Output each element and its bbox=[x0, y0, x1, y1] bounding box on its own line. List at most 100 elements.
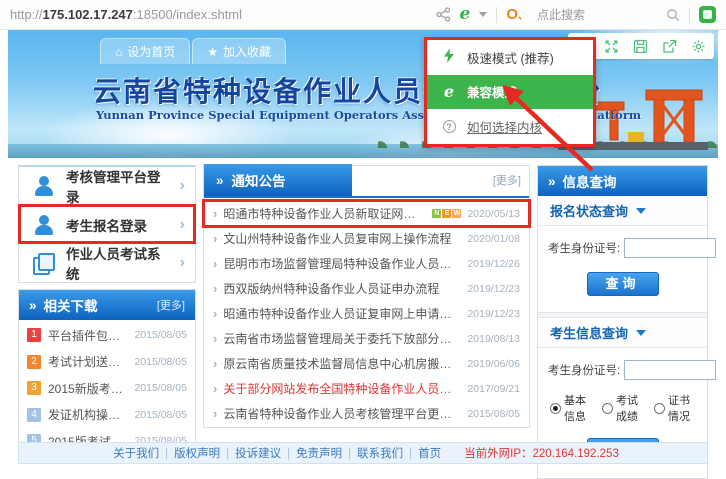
radio-label: 基本信息 bbox=[564, 392, 593, 424]
notice-title: 云南省特种设备作业人员考核管理平台更新至20... bbox=[223, 405, 461, 422]
notice-list-item[interactable]: 文山州特种设备作业人员复审网上操作流程 2020/01/08 bbox=[204, 226, 529, 251]
search-engine-logo[interactable]: O、 bbox=[506, 6, 528, 23]
rank-badge: 2 bbox=[27, 355, 41, 369]
url-display[interactable]: http://175.102.17.247:18500/index.shtml bbox=[10, 7, 242, 22]
radio-option[interactable]: 基本信息 bbox=[550, 392, 593, 424]
guillemet-icon: » bbox=[216, 173, 224, 188]
section-title: 报名状态查询 bbox=[550, 201, 628, 220]
guillemet-icon: » bbox=[548, 174, 556, 189]
guillemet-icon: » bbox=[29, 298, 37, 313]
notice-list-item[interactable]: 昭通市特种设备作业人员新取证网上报名流程 NEW 2020/05/13 bbox=[204, 201, 529, 226]
notice-list-item[interactable]: 关于部分网站发布全国特种设备作业人员不实信息... 2017/09/21 bbox=[204, 376, 529, 401]
radio-option[interactable]: 考试成绩 bbox=[602, 392, 645, 424]
browser-address-bar: http://175.102.17.247:18500/index.shtml … bbox=[0, 0, 726, 30]
notice-list-item[interactable]: 昭通市特种设备作业人员证复审网上申请流程及相... 2019/12/23 bbox=[204, 301, 529, 326]
kernel-mode-dropdown: 极速模式 (推荐) e 兼容模式 ? 如何选择内核 bbox=[424, 37, 596, 147]
downloads-panel-header: » 相关下载 [更多] bbox=[19, 290, 195, 320]
sidebar-item-admin-login[interactable]: 考核管理平台登录 bbox=[19, 167, 195, 205]
add-favorite-tab[interactable]: ★加入收藏 bbox=[192, 38, 286, 64]
fullscreen-icon[interactable] bbox=[604, 39, 619, 54]
footer-link[interactable]: 首页 bbox=[412, 448, 447, 460]
kernel-mode-option[interactable]: ? 如何选择内核 bbox=[427, 109, 593, 144]
notice-list-item[interactable]: 西双版纳州特种设备作业人员证申办流程 2019/12/23 bbox=[204, 276, 529, 301]
kernel-mode-option[interactable]: 极速模式 (推荐) bbox=[427, 40, 593, 75]
candidate-info-section-toggle[interactable]: 考生信息查询 bbox=[538, 318, 707, 348]
download-title: 平台插件包下载 bbox=[48, 327, 127, 344]
kernel-option-icon: e bbox=[441, 82, 457, 101]
id-number-label: 考生身份证号: bbox=[548, 240, 620, 256]
download-list-item[interactable]: 2 考试计划送审、审核 ... 2015/08/05 bbox=[19, 349, 195, 376]
radio-icon[interactable] bbox=[550, 403, 561, 414]
download-date: 2015/08/05 bbox=[134, 356, 187, 368]
radio-label: 考试成绩 bbox=[616, 392, 645, 424]
save-icon[interactable] bbox=[633, 39, 648, 54]
status-id-input[interactable] bbox=[624, 238, 716, 258]
kernel-chevron-down-icon[interactable] bbox=[479, 12, 487, 17]
download-title: 考试计划送审、审核 ... bbox=[48, 353, 127, 370]
status-query-button[interactable]: 查询 bbox=[587, 272, 659, 296]
browser-app-icon[interactable] bbox=[699, 6, 716, 23]
signup-status-form: 考生身份证号: 查询 bbox=[538, 226, 707, 312]
info-id-input[interactable] bbox=[624, 360, 716, 380]
notice-list-item[interactable]: 云南省市场监督管理局关于委托下放部分行政许可... 2019/08/13 bbox=[204, 326, 529, 351]
gear-icon[interactable] bbox=[691, 39, 706, 54]
notices-panel: » 通知公告 [更多] 昭通市特种设备作业人员新取证网上报名流程 NEW 202… bbox=[203, 165, 530, 428]
notice-list-item[interactable]: 云南省特种设备作业人员考核管理平台更新至20... 2015/08/05 bbox=[204, 401, 529, 426]
query-panel: » 信息查询 报名状态查询 考生身份证号: 查询 考生信息查询 考生身份证号: bbox=[537, 165, 708, 479]
footer-link[interactable]: 投诉建议 bbox=[229, 448, 287, 460]
sidebar-item-label: 作业人员考试系统 bbox=[66, 243, 169, 283]
query-panel-header: » 信息查询 bbox=[538, 166, 707, 196]
search-icon[interactable] bbox=[666, 8, 680, 22]
url-path: :18500/index.shtml bbox=[133, 7, 242, 22]
export-icon[interactable] bbox=[662, 39, 677, 54]
notice-title: 文山州特种设备作业人员复审网上操作流程 bbox=[223, 230, 461, 247]
footer-link[interactable]: 联系我们 bbox=[351, 448, 409, 460]
footer-link[interactable]: 免责声明 bbox=[290, 448, 348, 460]
sidebar-item-exam-system[interactable]: 作业人员考试系统 bbox=[19, 243, 195, 281]
radio-icon[interactable] bbox=[654, 403, 665, 414]
footer-link[interactable]: 版权声明 bbox=[168, 448, 226, 460]
notice-date: 2017/09/21 bbox=[467, 383, 520, 395]
sidebar-item-label: 考生报名登录 bbox=[66, 215, 169, 235]
share-icon[interactable] bbox=[436, 7, 451, 22]
id-number-label: 考生身份证号: bbox=[548, 362, 620, 378]
kernel-option-icon: ? bbox=[441, 119, 457, 133]
notice-date: 2019/12/23 bbox=[467, 283, 520, 295]
ie-kernel-icon[interactable]: e bbox=[460, 6, 471, 23]
external-ip-label: 当前外网IP：220.164.192.253 bbox=[464, 445, 619, 461]
signup-status-section-toggle[interactable]: 报名状态查询 bbox=[538, 196, 707, 226]
download-list-item[interactable]: 1 平台插件包下载 2015/08/05 bbox=[19, 322, 195, 349]
download-list-item[interactable]: 3 2015新版考生操作... 2015/08/05 bbox=[19, 375, 195, 402]
notice-list-item[interactable]: 原云南省质量技术监督局信息中心机房搬迁公告 2019/06/06 bbox=[204, 351, 529, 376]
sidebar-item-candidate-signup-login[interactable]: 考生报名登录 bbox=[19, 205, 195, 243]
notice-title: 原云南省质量技术监督局信息中心机房搬迁公告 bbox=[223, 355, 461, 372]
kernel-mode-option[interactable]: e 兼容模式 bbox=[427, 75, 593, 110]
downloads-title: 相关下载 bbox=[44, 295, 98, 315]
url-scheme: http:// bbox=[10, 7, 43, 22]
tab-notices[interactable]: » 通知公告 bbox=[204, 164, 352, 196]
rank-badge: 4 bbox=[27, 408, 41, 422]
section-title: 考生信息查询 bbox=[550, 323, 628, 342]
star-icon: ★ bbox=[207, 45, 218, 59]
notices-more-link[interactable]: [更多] bbox=[493, 172, 529, 196]
notice-title: 昭通市特种设备作业人员新取证网上报名流程 bbox=[223, 205, 426, 222]
radio-option[interactable]: 证书情况 bbox=[654, 392, 697, 424]
download-date: 2015/08/05 bbox=[134, 382, 187, 394]
login-menu-panel: 考核管理平台登录 考生报名登录 作业人员考试系统 bbox=[18, 165, 196, 283]
browser-search-input[interactable]: 点此搜索 bbox=[537, 6, 657, 23]
downloads-more-link[interactable]: [更多] bbox=[157, 297, 185, 313]
kernel-option-label: 如何选择内核 bbox=[467, 117, 542, 136]
site-footer: 关于我们|版权声明|投诉建议|免责声明|联系我们|首页| 当前外网IP：220.… bbox=[18, 442, 708, 464]
home-icon: ⌂ bbox=[115, 45, 122, 59]
download-list-item[interactable]: 4 发证机构操作手册 2015/08/05 bbox=[19, 402, 195, 429]
radio-icon[interactable] bbox=[602, 403, 613, 414]
notice-date: 2020/05/13 bbox=[467, 208, 520, 220]
set-homepage-tab[interactable]: ⌂设为首页 bbox=[100, 38, 190, 64]
exam-document-icon bbox=[33, 253, 55, 273]
kernel-option-label: 极速模式 (推荐) bbox=[467, 48, 554, 67]
download-title: 发证机构操作手册 bbox=[48, 406, 127, 423]
notice-list-item[interactable]: 昆明市市场监督管理局特种设备作业人员复审流程... 2019/12/26 bbox=[204, 251, 529, 276]
footer-link[interactable]: 关于我们 bbox=[107, 448, 165, 460]
query-title: 信息查询 bbox=[563, 171, 617, 191]
info-type-radio-group: 基本信息 考试成绩 证书情况 bbox=[548, 392, 697, 424]
